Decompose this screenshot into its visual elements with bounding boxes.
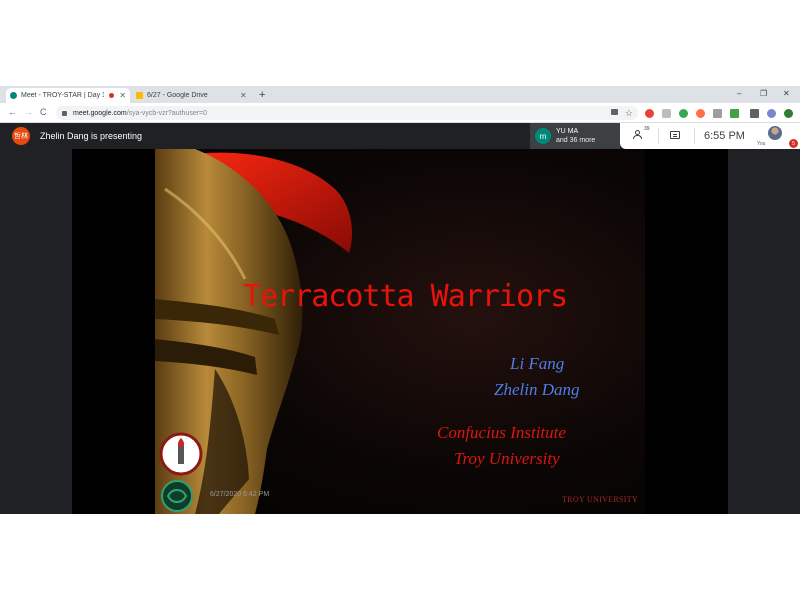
bookmark-star-icon[interactable]: ☆ bbox=[625, 106, 633, 120]
meet-favicon-icon bbox=[10, 92, 17, 99]
slide-title: Terracotta Warriors bbox=[243, 279, 568, 314]
troy-university-seal-icon bbox=[159, 432, 203, 476]
self-label: You bbox=[757, 141, 766, 147]
restore-button[interactable]: ❐ bbox=[760, 88, 767, 100]
meeting-clock: 6:55 PM bbox=[704, 130, 745, 142]
browser-toolbar: ← → C meet.google.com/sya-vycb-vzr?authu… bbox=[0, 103, 800, 123]
presenter-avatar: 哲林 bbox=[12, 127, 30, 145]
meet-controls: 39 6:55 PM You 5 bbox=[620, 123, 800, 149]
self-avatar[interactable] bbox=[768, 126, 782, 140]
lock-icon bbox=[62, 110, 67, 116]
forward-button[interactable]: → bbox=[24, 107, 33, 118]
grammarly-icon[interactable] bbox=[679, 109, 688, 118]
slide-institute: Troy University bbox=[454, 449, 560, 468]
presentation-stage: Terracotta Warriors Li Fang Zhelin Dang … bbox=[0, 149, 800, 514]
participant-tile[interactable]: m YU MA and 36 more bbox=[530, 123, 620, 149]
tab-title: 6/27 - Google Drive bbox=[147, 92, 208, 99]
tab-meet[interactable]: Meet - TROY-STAR | Day 1 ✕ bbox=[6, 88, 130, 103]
reading-list-icon[interactable] bbox=[750, 109, 759, 118]
tab-strip: Meet - TROY-STAR | Day 1 ✕ 6/27 - Google… bbox=[0, 86, 800, 103]
mail-icon[interactable] bbox=[713, 109, 722, 118]
profile-avatar[interactable] bbox=[767, 109, 776, 118]
close-tab-icon[interactable]: ✕ bbox=[240, 91, 247, 100]
notification-badge: 5 bbox=[789, 139, 798, 148]
meet-top-bar: 哲林 Zhelin Dang is presenting m YU MA and… bbox=[0, 123, 800, 149]
recording-dot-icon bbox=[109, 93, 115, 98]
participant-name: YU MA bbox=[556, 128, 579, 135]
participant-avatar: m bbox=[535, 128, 551, 144]
tab-title: Meet - TROY-STAR | Day 1 bbox=[21, 92, 105, 99]
drive-favicon-icon bbox=[136, 92, 143, 99]
screen: Meet - TROY-STAR | Day 1 ✕ 6/27 - Google… bbox=[0, 86, 800, 514]
extension-icon[interactable] bbox=[784, 109, 793, 118]
divider bbox=[658, 128, 659, 144]
minimize-button[interactable]: – bbox=[737, 88, 741, 100]
presenting-label: Zhelin Dang is presenting bbox=[40, 131, 143, 141]
people-icon[interactable] bbox=[632, 130, 644, 140]
slide-author: Li Fang bbox=[510, 354, 565, 373]
troy-wordmark: TROY UNIVERSITY bbox=[562, 495, 638, 504]
presentation-slide: Terracotta Warriors Li Fang Zhelin Dang … bbox=[155, 149, 645, 514]
reload-button[interactable]: C bbox=[40, 107, 47, 118]
url-host: meet.google.com bbox=[73, 109, 127, 117]
camera-icon[interactable] bbox=[611, 109, 618, 115]
participant-more: and 36 more bbox=[556, 137, 596, 144]
slide-institute: Confucius Institute bbox=[437, 423, 566, 442]
extension-icon[interactable] bbox=[696, 109, 705, 118]
extension-icon[interactable] bbox=[645, 109, 654, 118]
slide-timestamp: 6/27/2020 6:42 PM bbox=[210, 491, 270, 498]
address-bar[interactable]: meet.google.com/sya-vycb-vzr?authuser=0 … bbox=[56, 106, 638, 120]
close-window-button[interactable]: ✕ bbox=[783, 88, 790, 100]
new-tab-button[interactable]: + bbox=[259, 88, 265, 102]
tab-drive[interactable]: 6/27 - Google Drive ✕ bbox=[132, 88, 254, 103]
close-tab-icon[interactable]: ✕ bbox=[119, 91, 126, 100]
people-count: 39 bbox=[644, 126, 650, 132]
back-button[interactable]: ← bbox=[8, 107, 17, 118]
download-icon[interactable] bbox=[730, 109, 739, 118]
chat-icon[interactable] bbox=[670, 131, 680, 139]
confucius-institute-logo-icon bbox=[161, 480, 193, 512]
divider bbox=[694, 128, 695, 144]
extension-icon[interactable] bbox=[662, 109, 671, 118]
url-path: /sya-vycb-vzr?authuser=0 bbox=[126, 109, 208, 117]
slide-author: Zhelin Dang bbox=[494, 380, 580, 399]
